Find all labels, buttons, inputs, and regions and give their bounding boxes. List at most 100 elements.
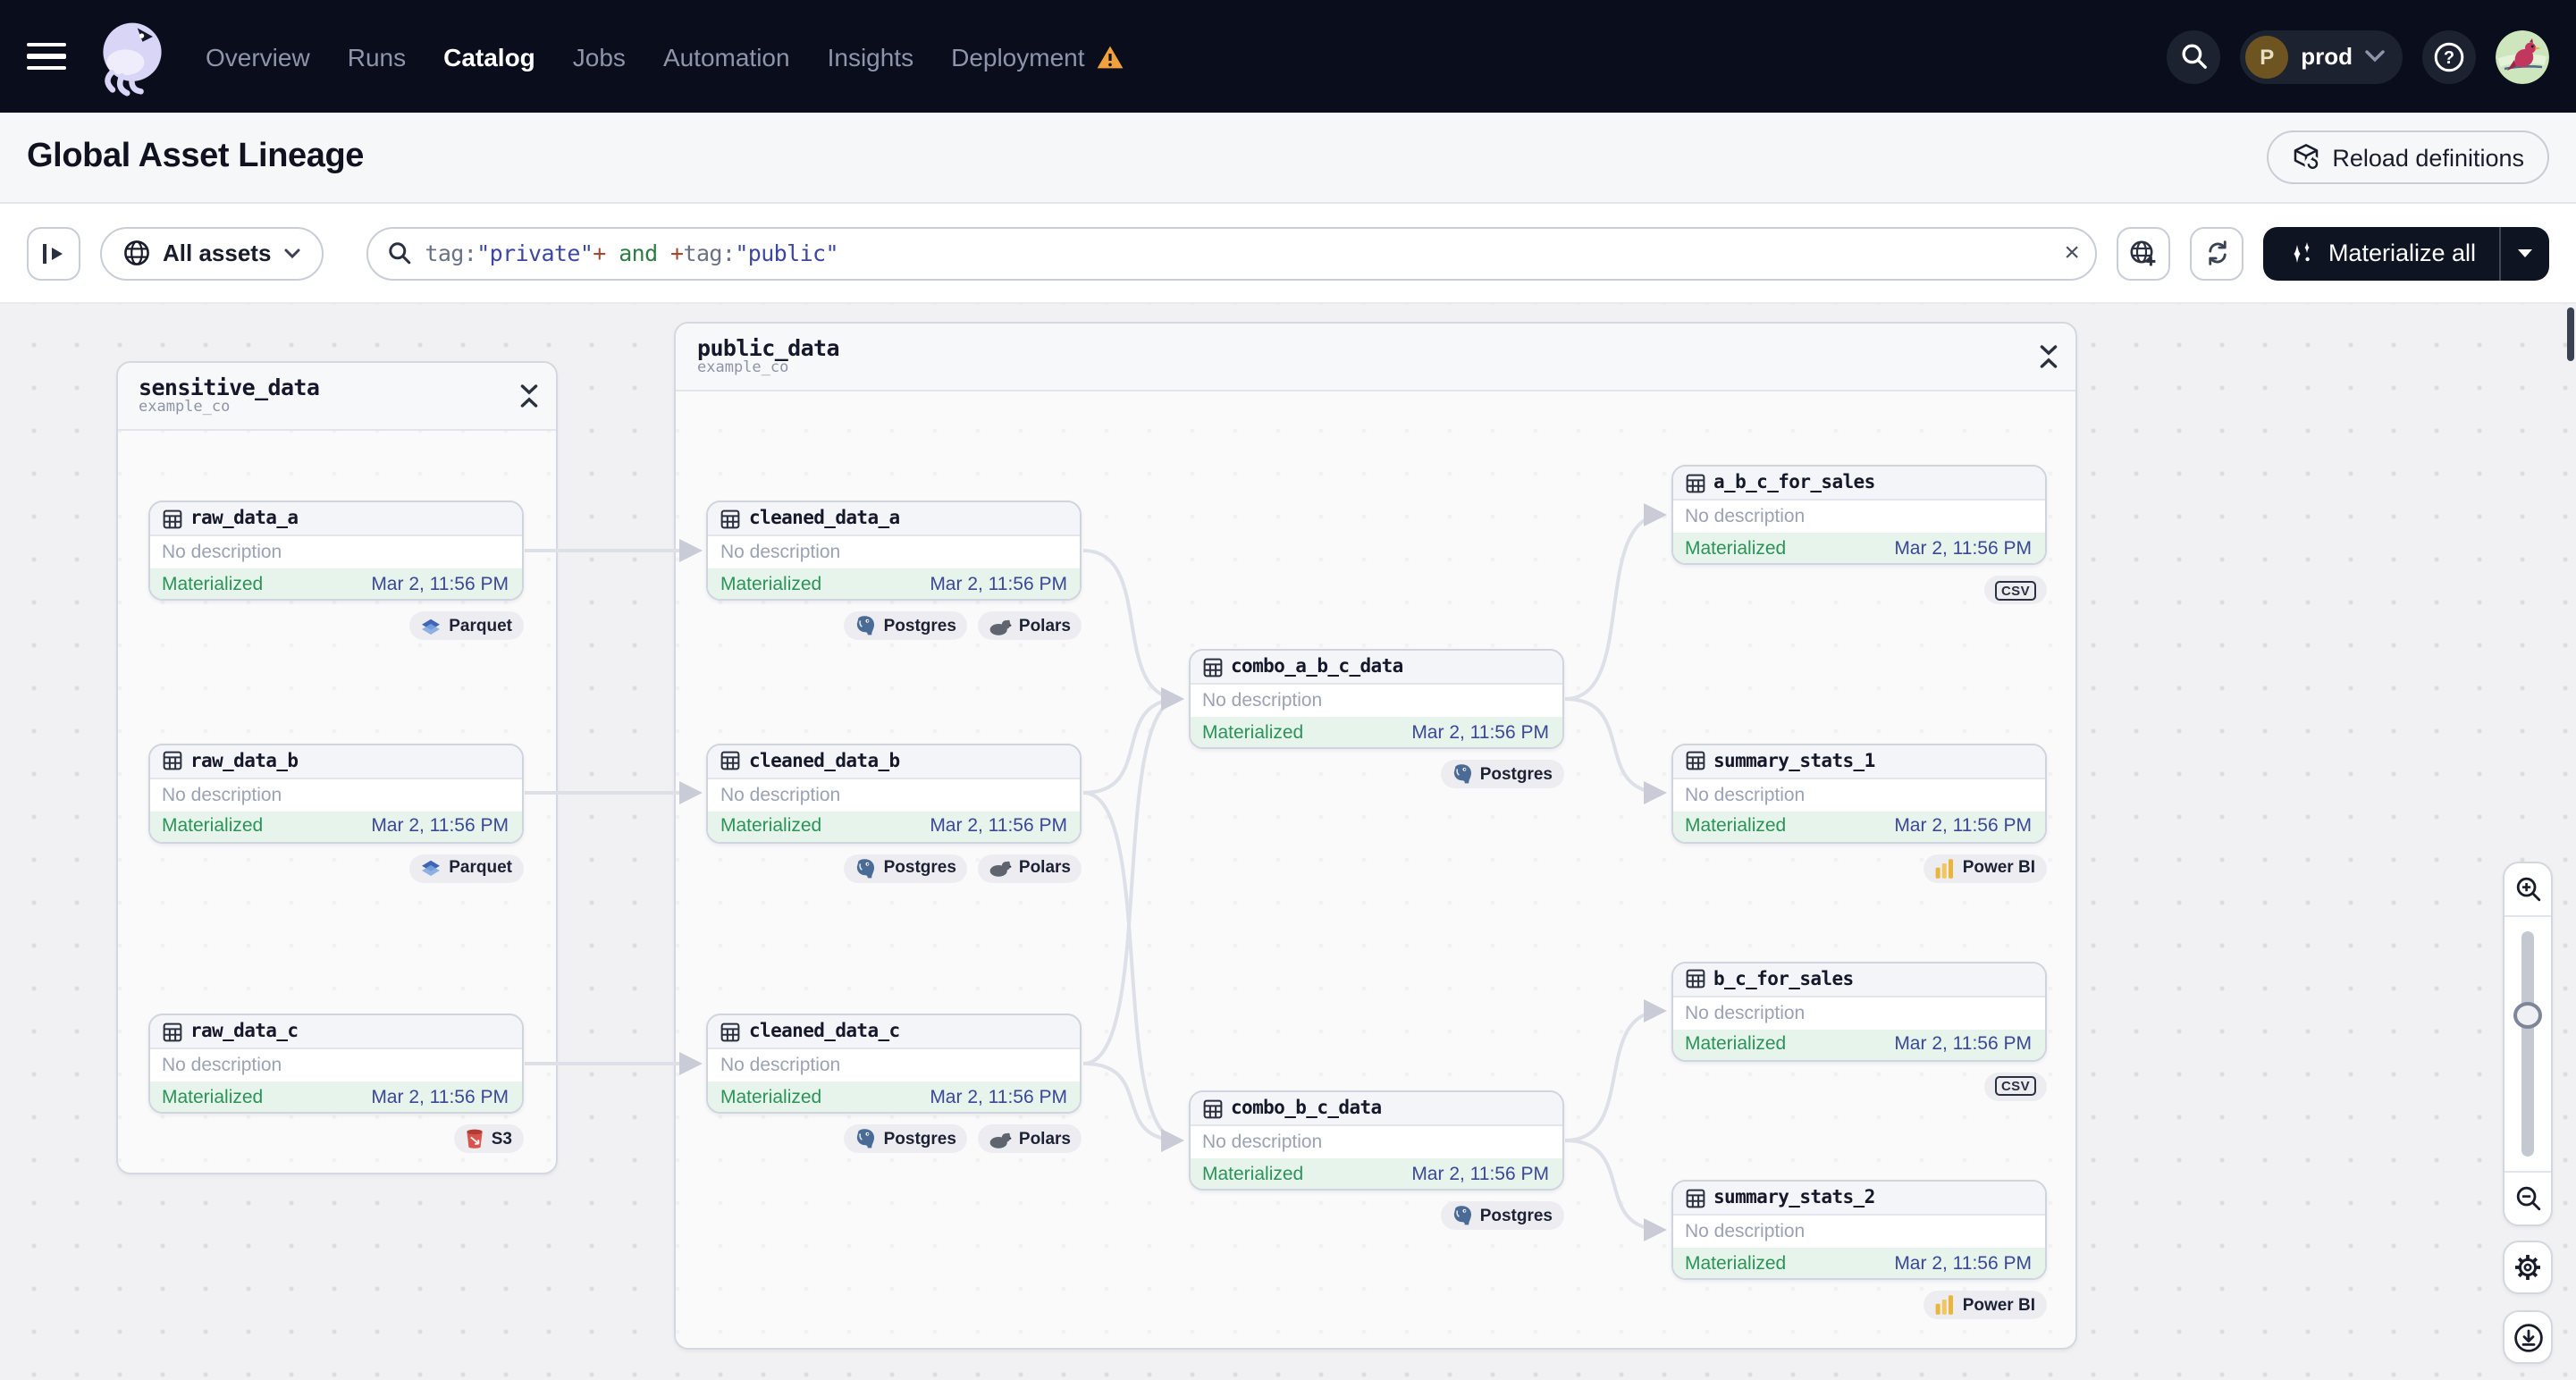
nav-item-automation[interactable]: Automation	[663, 42, 790, 71]
zoom-in-button[interactable]	[2504, 863, 2551, 917]
kind-badge-power-bi[interactable]: Power BI	[1923, 1291, 2046, 1319]
asset-node-cleaned_data_a[interactable]: cleaned_data_a No description Materializ…	[706, 501, 1082, 601]
kind-badge-parquet[interactable]: Parquet	[409, 611, 523, 640]
workspace-name: prod	[2301, 43, 2353, 70]
asset-node-raw_data_c[interactable]: raw_data_c No description Materialized M…	[147, 1014, 523, 1114]
collapse-group-icon[interactable]	[2040, 345, 2058, 368]
materialized-timestamp[interactable]: Mar 2, 11:56 PM	[930, 573, 1067, 594]
chevron-down-icon	[283, 248, 299, 258]
materialized-timestamp[interactable]: Mar 2, 11:56 PM	[371, 815, 509, 837]
kind-badge-s3[interactable]: S3	[453, 1124, 523, 1153]
kind-badge-polars[interactable]: Polars	[977, 611, 1082, 640]
materialized-timestamp[interactable]: Mar 2, 11:56 PM	[1894, 537, 2032, 559]
download-icon	[2513, 1323, 2542, 1351]
search-button[interactable]	[2167, 29, 2221, 83]
kind-badge-postgres[interactable]: Postgres	[1440, 760, 1563, 788]
globe-icon	[124, 240, 149, 265]
zoom-out-button[interactable]	[2504, 1171, 2551, 1224]
new-catalog-view-button[interactable]	[2117, 226, 2171, 280]
zoom-slider-track[interactable]	[2521, 931, 2534, 1157]
asset-node-raw_data_b[interactable]: raw_data_b No description Materialized M…	[147, 743, 523, 843]
polars-icon	[989, 861, 1012, 877]
nav-item-runs[interactable]: Runs	[348, 42, 406, 71]
asset-node-header: summary_stats_2	[1672, 1182, 2044, 1216]
materialized-status: Materialized	[1202, 1163, 1304, 1184]
asset-status-row: Materialized Mar 2, 11:56 PM	[708, 1081, 1080, 1112]
asset-node-summary_stats_2[interactable]: summary_stats_2 No description Materiali…	[1671, 1180, 2046, 1280]
menu-icon[interactable]	[27, 42, 66, 71]
asset-scope-label: All assets	[163, 240, 272, 266]
reload-definitions-button[interactable]: Reload definitions	[2266, 130, 2549, 184]
graph-settings-button[interactable]	[2503, 1241, 2553, 1294]
materialized-timestamp[interactable]: Mar 2, 11:56 PM	[1411, 721, 1549, 743]
asset-description: No description	[149, 778, 521, 811]
kind-badge-postgres[interactable]: Postgres	[1440, 1201, 1563, 1230]
user-avatar[interactable]	[2496, 29, 2549, 83]
dagster-logo[interactable]	[91, 15, 173, 97]
postgres-icon	[857, 1129, 875, 1149]
materialized-timestamp[interactable]: Mar 2, 11:56 PM	[371, 1086, 509, 1107]
zoom-slider[interactable]	[2504, 917, 2551, 1171]
materialized-timestamp[interactable]: Mar 2, 11:56 PM	[1411, 1163, 1549, 1184]
asset-description: No description	[1190, 685, 1562, 717]
vertical-scrollbar-thumb[interactable]	[2567, 307, 2574, 361]
asset-node-combo_b_c_data[interactable]: combo_b_c_data No description Materializ…	[1188, 1090, 1563, 1191]
page-header: Global Asset Lineage Reload definitions	[0, 113, 2576, 204]
kind-badge-csv[interactable]: CSV	[1984, 1072, 2046, 1100]
kind-badge-postgres[interactable]: Postgres	[844, 854, 967, 882]
materialized-timestamp[interactable]: Mar 2, 11:56 PM	[371, 573, 509, 594]
table-asset-icon	[1685, 1188, 1705, 1208]
zoom-in-icon	[2515, 877, 2540, 902]
nav-item-jobs[interactable]: Jobs	[573, 42, 626, 71]
nav-item-overview[interactable]: Overview	[206, 42, 310, 71]
open-asset-panel-button[interactable]	[27, 226, 80, 280]
kind-badge-postgres[interactable]: Postgres	[844, 1124, 967, 1153]
group-header[interactable]: public_data example_co	[676, 324, 2075, 391]
group-header[interactable]: sensitive_data example_co	[117, 363, 556, 431]
asset-status-row: Materialized Mar 2, 11:56 PM	[1190, 717, 1562, 747]
asset-node-a_b_c_for_sales[interactable]: a_b_c_for_sales No description Materiali…	[1671, 465, 2046, 565]
kind-badge-power-bi[interactable]: Power BI	[1923, 854, 2046, 882]
materialize-options-caret[interactable]	[2499, 226, 2549, 280]
kind-badge-parquet[interactable]: Parquet	[409, 854, 523, 882]
materialized-timestamp[interactable]: Mar 2, 11:56 PM	[1894, 1252, 2032, 1274]
workspace-switcher[interactable]: P prod	[2240, 29, 2403, 83]
asset-node-cleaned_data_c[interactable]: cleaned_data_c No description Materializ…	[706, 1014, 1082, 1114]
materialized-timestamp[interactable]: Mar 2, 11:56 PM	[1894, 815, 2032, 837]
asset-node-cleaned_data_b[interactable]: cleaned_data_b No description Materializ…	[706, 743, 1082, 843]
refresh-button[interactable]	[2190, 226, 2244, 280]
nav-item-deployment[interactable]: Deployment	[951, 42, 1124, 71]
materialized-timestamp[interactable]: Mar 2, 11:56 PM	[1894, 1033, 2032, 1055]
asset-search-input[interactable]: tag:"private"+ and +tag:"public" ×	[366, 226, 2098, 280]
lineage-canvas[interactable]: sensitive_data example_co public_data ex…	[0, 304, 2576, 1380]
collapse-group-button[interactable]	[2040, 345, 2058, 368]
materialize-all-button[interactable]: Materialize all	[2263, 226, 2549, 280]
download-image-button[interactable]	[2503, 1310, 2553, 1364]
materialized-timestamp[interactable]: Mar 2, 11:56 PM	[930, 1086, 1067, 1107]
kind-badge-polars[interactable]: Polars	[977, 1124, 1082, 1153]
collapse-group-button[interactable]	[520, 384, 538, 408]
nav-item-catalog[interactable]: Catalog	[443, 42, 535, 71]
asset-node-raw_data_a[interactable]: raw_data_a No description Materialized M…	[147, 501, 523, 601]
zoom-slider-thumb[interactable]	[2513, 1002, 2542, 1029]
asset-node-b_c_for_sales[interactable]: b_c_for_sales No description Materialize…	[1671, 961, 2046, 1061]
kind-badge-polars[interactable]: Polars	[977, 854, 1082, 882]
collapse-group-icon[interactable]	[520, 384, 538, 408]
asset-status-row: Materialized Mar 2, 11:56 PM	[149, 1081, 521, 1112]
asset-node-header: b_c_for_sales	[1672, 963, 2044, 997]
asset-node-combo_a_b_c_data[interactable]: combo_a_b_c_data No description Material…	[1188, 649, 1563, 749]
materialized-timestamp[interactable]: Mar 2, 11:56 PM	[930, 815, 1067, 837]
asset-scope-dropdown[interactable]: All assets	[100, 226, 324, 280]
kind-badge-postgres[interactable]: Postgres	[844, 611, 967, 640]
nav-item-insights[interactable]: Insights	[828, 42, 914, 71]
asset-node-summary_stats_1[interactable]: summary_stats_1 No description Materiali…	[1671, 743, 2046, 843]
asset-node-wrap-summary_stats_2: summary_stats_2 No description Materiali…	[1671, 1180, 2046, 1319]
asset-name: cleaned_data_c	[749, 1021, 900, 1042]
help-button[interactable]: ?	[2422, 29, 2476, 83]
kind-badge-label: Postgres	[1479, 1206, 1553, 1225]
clear-search-button[interactable]: ×	[2064, 235, 2080, 271]
asset-node-wrap-cleaned_data_b: cleaned_data_b No description Materializ…	[706, 743, 1082, 882]
query-token: tag:	[425, 240, 477, 266]
kind-badge-csv[interactable]: CSV	[1984, 576, 2046, 604]
materialize-all-main[interactable]: Materialize all	[2264, 226, 2499, 280]
